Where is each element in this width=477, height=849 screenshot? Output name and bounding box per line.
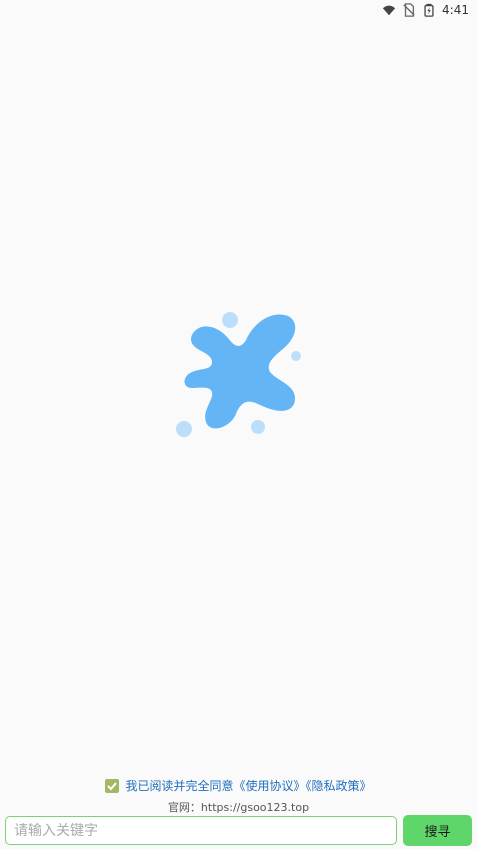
- search-button[interactable]: 搜寻: [403, 815, 472, 846]
- logo-bubble-bottom: [251, 420, 265, 434]
- search-input[interactable]: [5, 816, 397, 845]
- agreement-text[interactable]: 我已阅读并完全同意《使用协议》《隐私政策》: [125, 777, 371, 794]
- no-sim-icon: [403, 3, 415, 17]
- agreement-checkbox[interactable]: [105, 778, 120, 793]
- status-bar: 4:41: [382, 0, 477, 20]
- battery-icon: [424, 3, 434, 17]
- logo-bubble-bottom-left: [176, 421, 192, 437]
- status-time: 4:41: [442, 3, 469, 17]
- wifi-icon: [382, 5, 396, 16]
- logo-bubble-right: [291, 351, 301, 361]
- app-screen: 4:41 我已阅读并完全同意《使用协议》《隐私政策》 官网：https://gs…: [0, 0, 477, 849]
- logo-bubble-top: [222, 312, 238, 328]
- checkmark-icon: [107, 781, 118, 790]
- website-link: 官网：https://gsoo123.top: [167, 801, 310, 814]
- splash-logo-icon: [176, 312, 301, 437]
- agreement-row: 我已阅读并完全同意《使用协议》《隐私政策》: [0, 777, 477, 794]
- logo-splash-shape: [184, 314, 296, 429]
- search-row: 搜寻: [5, 815, 472, 846]
